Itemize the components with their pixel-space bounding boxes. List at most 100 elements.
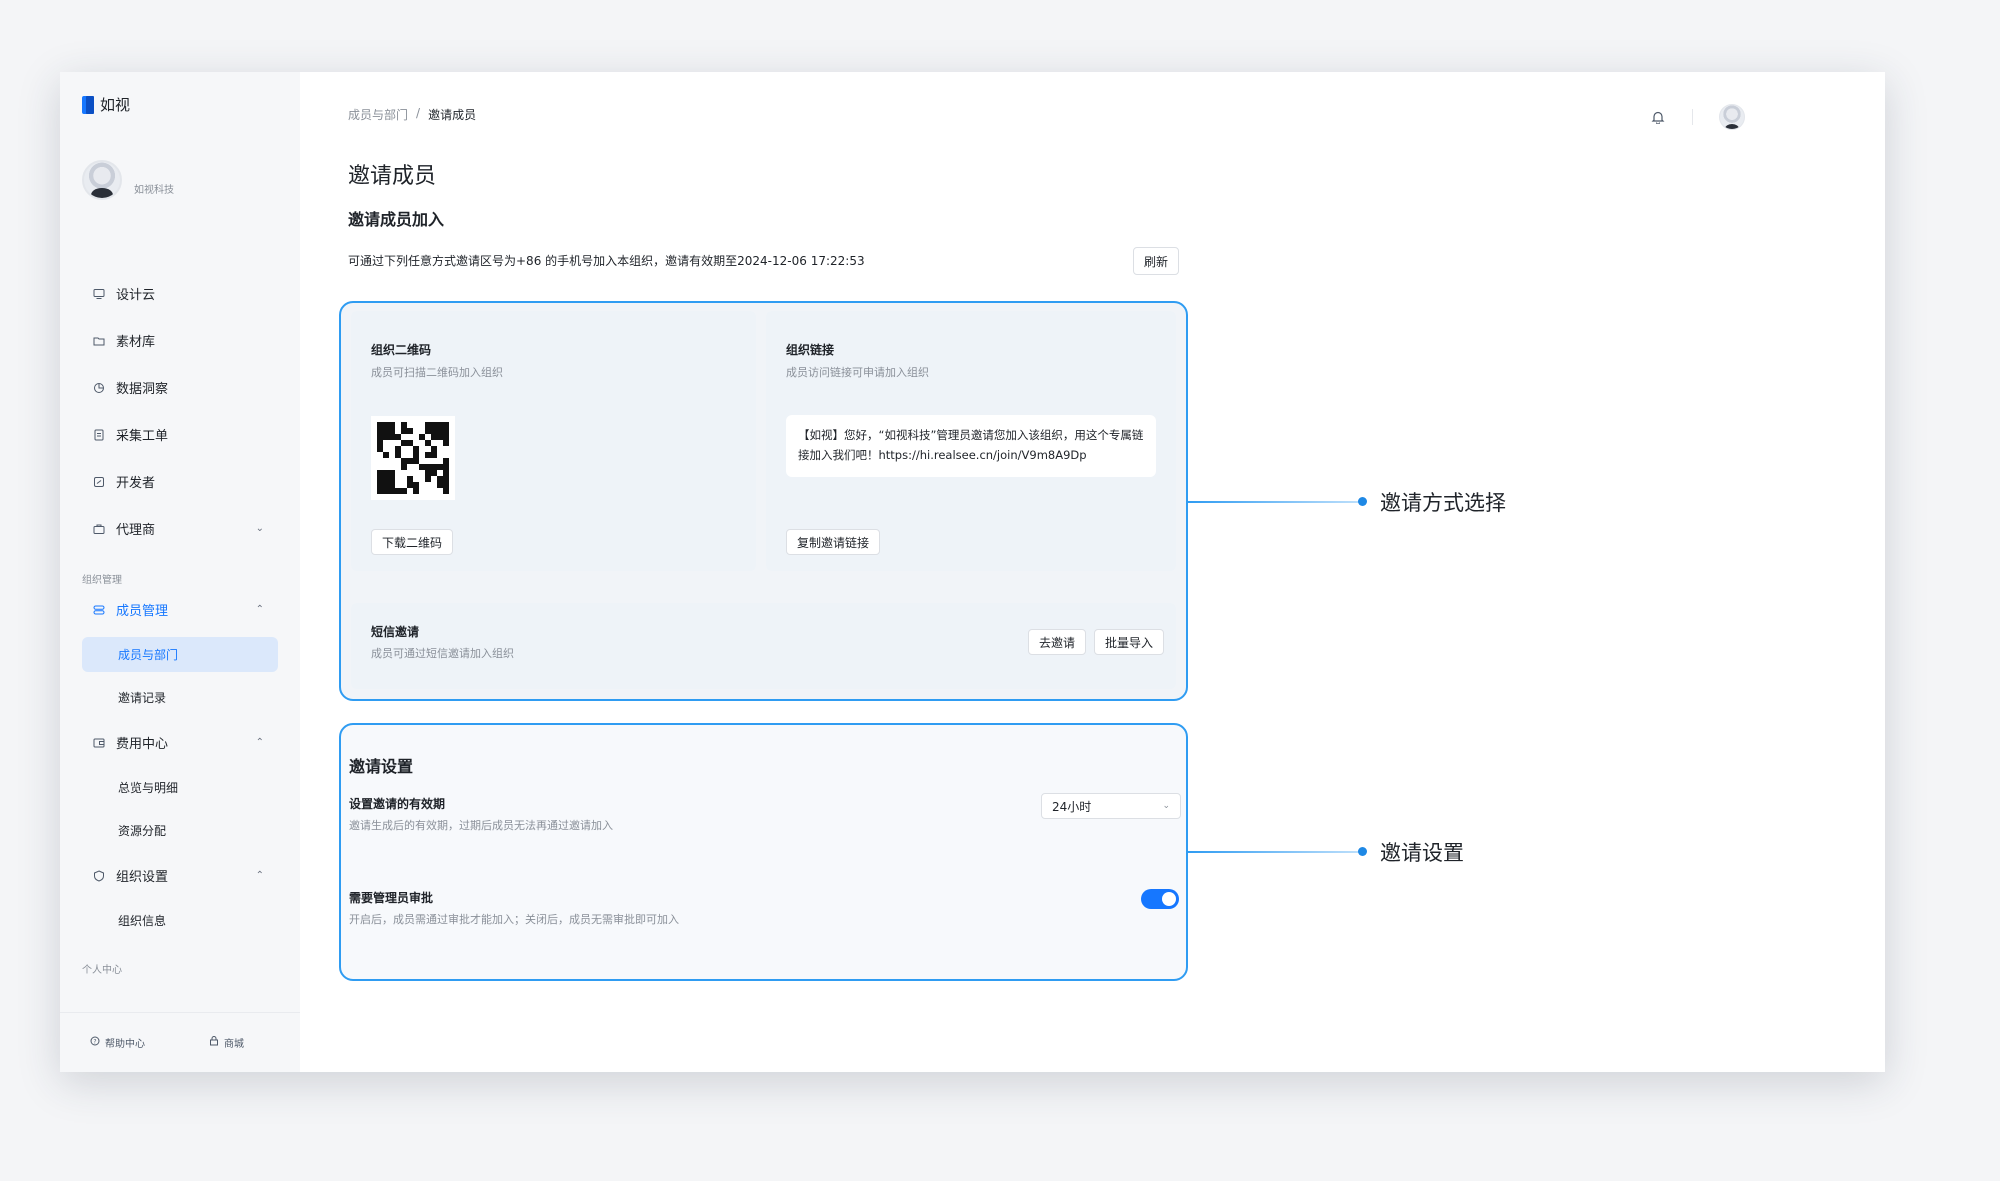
qr-panel-subtitle: 成员可扫描二维码加入组织 — [371, 366, 503, 379]
sms-panel: 短信邀请 成员可通过短信邀请加入组织 去邀请 批量导入 — [351, 603, 1176, 689]
callout-line-methods — [1188, 501, 1362, 503]
svg-text:?: ? — [93, 1038, 96, 1045]
sidebar-item-insights[interactable]: 数据洞察 — [60, 364, 300, 411]
go-invite-button[interactable]: 去邀请 — [1027, 629, 1086, 655]
approval-subtitle: 开启后，成员需通过审批才能加入；关闭后，成员无需审批即可加入 — [349, 913, 679, 926]
qr-code-grid — [377, 422, 449, 494]
sidebar-item-label: 代理商 — [116, 523, 156, 538]
chevron-up-icon[interactable]: ⌃ — [256, 604, 264, 615]
sidebar-footer: ? 帮助中心 商城 — [60, 1012, 300, 1072]
approval-toggle[interactable] — [1141, 889, 1179, 909]
section-title: 邀请成员加入 — [348, 210, 445, 229]
shield-icon — [92, 869, 106, 883]
help-center-link[interactable]: ? 帮助中心 — [90, 1035, 145, 1050]
approval-title: 需要管理员审批 — [349, 891, 434, 905]
sidebar-subitem-overview[interactable]: 总览与明细 — [60, 766, 300, 809]
sidebar-item-work-orders[interactable]: 采集工单 — [60, 411, 300, 458]
sms-actions: 去邀请 批量导入 — [1027, 629, 1164, 655]
briefcase-icon — [92, 522, 106, 536]
sidebar-item-org-settings[interactable]: 组织设置 ⌃ — [60, 852, 300, 899]
sidebar-item-member-management[interactable]: 成员管理 ⌃ — [60, 586, 300, 633]
help-icon: ? — [90, 1036, 100, 1049]
sidebar-item-billing[interactable]: 费用中心 ⌃ — [60, 719, 300, 766]
sidebar-item-label: 设计云 — [116, 288, 156, 303]
folder-icon — [92, 334, 106, 348]
sidebar-item-developer[interactable]: 开发者 — [60, 458, 300, 505]
help-center-label: 帮助中心 — [105, 1039, 145, 1050]
bell-icon[interactable] — [1650, 109, 1666, 125]
breadcrumb-parent[interactable]: 成员与部门 — [348, 106, 408, 123]
sidebar-item-label: 成员管理 — [116, 604, 169, 619]
sidebar-item-label: 费用中心 — [116, 737, 169, 752]
sidebar-item-label: 素材库 — [116, 335, 156, 350]
sidebar-item-label: 开发者 — [116, 476, 156, 491]
breadcrumb-separator: / — [416, 106, 421, 120]
batch-import-button[interactable]: 批量导入 — [1093, 629, 1164, 655]
chevron-up-icon[interactable]: ⌃ — [256, 737, 264, 748]
document-icon — [92, 428, 106, 442]
shop-label: 商城 — [224, 1039, 244, 1050]
invite-link-text[interactable]: 【如视】您好，“如视科技”管理员邀请您加入该组织，用这个专属链接加入我们吧！ht… — [786, 415, 1156, 477]
sidebar-subitem-invite-records[interactable]: 邀请记录 — [60, 676, 300, 719]
org-name: 如视科技 — [134, 185, 174, 196]
org-switcher[interactable]: 如视科技 — [82, 160, 174, 200]
sidebar: 如视 如视科技 设计云 素材库 数据洞察 采集工单 开发者 代理商 ⌄ 组织管理… — [60, 72, 300, 1072]
sidebar-item-agents[interactable]: 代理商 ⌄ — [60, 505, 300, 552]
pie-chart-icon — [92, 381, 106, 395]
chevron-down-icon: ⌄ — [1162, 801, 1170, 811]
breadcrumb-current: 邀请成员 — [428, 108, 477, 122]
callout-dot-settings — [1358, 847, 1367, 856]
chevron-up-icon[interactable]: ⌃ — [256, 870, 264, 881]
refresh-button[interactable]: 刷新 — [1133, 247, 1180, 275]
qr-module — [443, 488, 449, 494]
validity-select-value: 24小时 — [1052, 799, 1092, 814]
sidebar-subitem-resource-allocation[interactable]: 资源分配 — [60, 809, 300, 852]
page-title: 邀请成员 — [348, 164, 437, 189]
monitor-icon — [92, 287, 106, 301]
sms-panel-subtitle: 成员可通过短信邀请加入组织 — [371, 647, 514, 660]
app-logo[interactable]: 如视 — [82, 94, 130, 115]
invite-settings-box: 邀请设置 设置邀请的有效期 邀请生成后的有效期，过期后成员无法再通过邀请加入 2… — [339, 723, 1188, 981]
qr-panel-title: 组织二维码 — [371, 343, 432, 357]
app-window: 如视 如视科技 设计云 素材库 数据洞察 采集工单 开发者 代理商 ⌄ 组织管理… — [60, 72, 1885, 1072]
qr-panel: 组织二维码 成员可扫描二维码加入组织 下载二维码 — [351, 311, 756, 571]
nav-group-org: 组织管理 — [82, 575, 122, 586]
callout-methods: 邀请方式选择 — [1380, 491, 1506, 515]
logo-icon — [82, 95, 94, 114]
callout-settings: 邀请设置 — [1380, 841, 1464, 865]
topbar-actions — [1650, 104, 1745, 130]
shop-icon — [209, 1036, 219, 1049]
settings-title: 邀请设置 — [349, 757, 414, 776]
nav-group-personal: 个人中心 — [82, 965, 122, 976]
breadcrumb: 成员与部门 / 邀请成员 — [348, 106, 476, 123]
wallet-icon — [92, 736, 106, 750]
callout-line-settings — [1188, 851, 1362, 853]
sidebar-subitem-org-info[interactable]: 组织信息 — [60, 899, 300, 942]
validity-title: 设置邀请的有效期 — [349, 797, 446, 811]
app-name: 如视 — [100, 96, 131, 114]
link-panel: 组织链接 成员访问链接可申请加入组织 【如视】您好，“如视科技”管理员邀请您加入… — [766, 311, 1176, 571]
sidebar-subitem-members-departments[interactable]: 成员与部门 — [82, 637, 278, 672]
shop-link[interactable]: 商城 — [209, 1035, 244, 1050]
invite-description: 可通过下列任意方式邀请区号为+86 的手机号加入本组织，邀请有效期至2024-1… — [348, 254, 865, 268]
code-icon — [92, 475, 106, 489]
validity-subtitle: 邀请生成后的有效期，过期后成员无法再通过邀请加入 — [349, 819, 613, 832]
topbar-divider — [1692, 109, 1693, 125]
chevron-down-icon[interactable]: ⌄ — [256, 523, 264, 534]
link-panel-subtitle: 成员访问链接可申请加入组织 — [786, 366, 929, 379]
members-icon — [92, 603, 106, 617]
download-qr-button[interactable]: 下载二维码 — [371, 529, 454, 555]
sidebar-item-design-cloud[interactable]: 设计云 — [60, 270, 300, 317]
copy-link-button[interactable]: 复制邀请链接 — [786, 529, 881, 555]
qr-code-image — [371, 416, 455, 500]
main-content: 成员与部门 / 邀请成员 邀请成员 邀请成员加入 可通过下列任意方式邀请区号为+… — [300, 72, 1885, 1072]
link-panel-title: 组织链接 — [786, 343, 835, 357]
sidebar-item-assets[interactable]: 素材库 — [60, 317, 300, 364]
sidebar-nav: 设计云 素材库 数据洞察 采集工单 开发者 代理商 ⌄ 组织管理 成员管理 ⌃ … — [60, 270, 300, 976]
sidebar-item-label: 数据洞察 — [116, 382, 169, 397]
user-avatar[interactable] — [1719, 104, 1745, 130]
validity-select[interactable]: 24小时 ⌄ — [1041, 793, 1181, 819]
sms-panel-title: 短信邀请 — [371, 625, 420, 639]
callout-dot-methods — [1358, 497, 1367, 506]
org-avatar — [82, 160, 122, 200]
